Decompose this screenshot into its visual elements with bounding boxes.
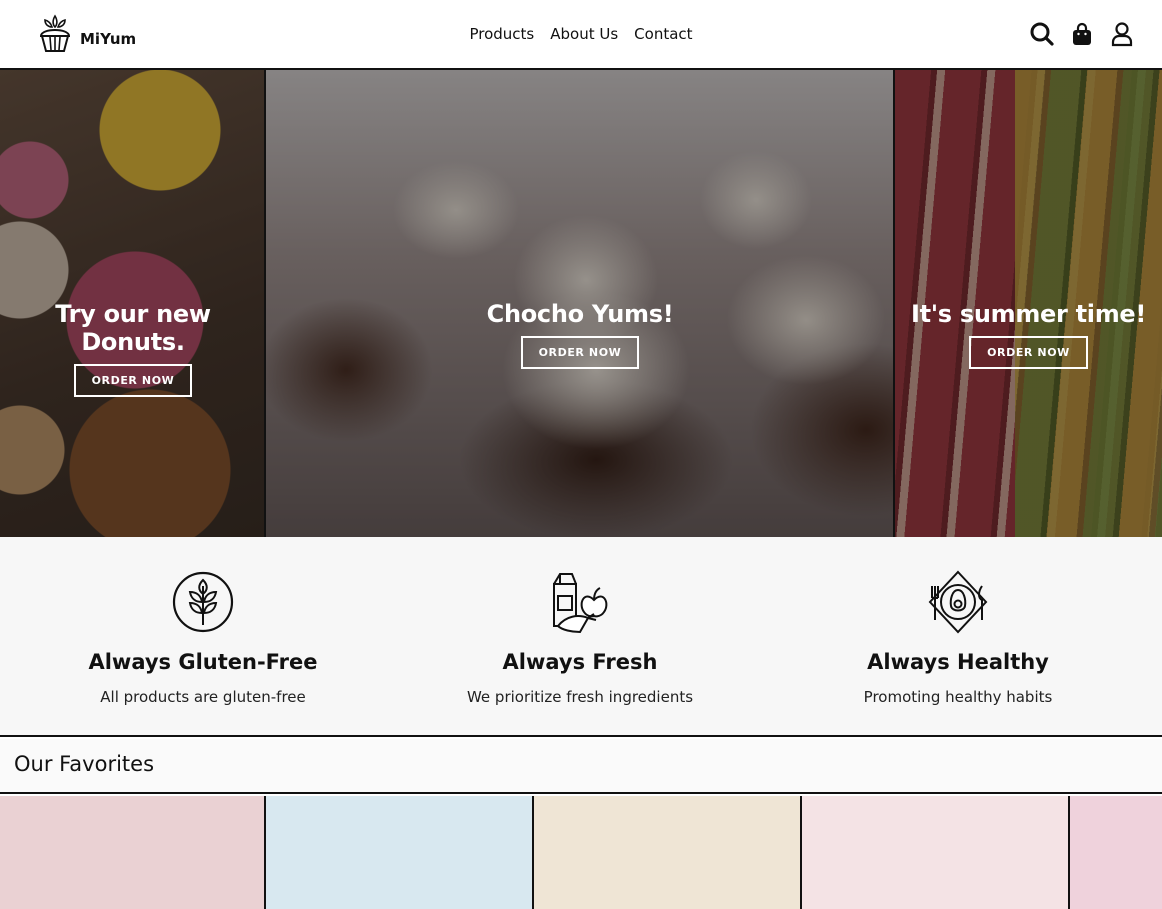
feature-text: Promoting healthy habits [863, 688, 1053, 706]
order-now-button-cupcakes[interactable]: ORDER NOW [520, 336, 640, 369]
hero-panel-cupcakes[interactable]: Chocho Yums! ORDER NOW [264, 70, 894, 537]
feature-gluten-free: Always Gluten-Free All products are glut… [13, 537, 393, 706]
nav-products[interactable]: Products [469, 25, 534, 43]
hero-panel-macarons[interactable]: It's summer time! ORDER NOW [893, 70, 1162, 537]
user-icon[interactable] [1110, 20, 1134, 48]
site-header: MiYum Products About Us Contact [0, 0, 1162, 70]
product-card[interactable] [1068, 796, 1162, 909]
feature-title: Always Healthy [867, 650, 1049, 674]
hero-title-donuts: Try our new Donuts. [55, 300, 211, 356]
order-now-button-macarons[interactable]: ORDER NOW [969, 336, 1088, 369]
feature-text: We prioritize fresh ingredients [466, 688, 694, 706]
product-card[interactable] [800, 796, 1070, 909]
healthy-plate-icon [928, 570, 988, 634]
leaf-icon [172, 571, 234, 633]
section-title: Our Favorites [14, 752, 155, 776]
nav-contact[interactable]: Contact [634, 25, 692, 43]
brand-name: MiYum [80, 30, 137, 48]
feature-title: Always Gluten-Free [88, 650, 318, 674]
fresh-produce-icon [553, 573, 608, 634]
header-actions [1030, 20, 1134, 48]
feature-text: All products are gluten-free [100, 688, 306, 706]
brand-logo[interactable]: MiYum [36, 12, 136, 54]
nav-about-us[interactable]: About Us [550, 25, 618, 43]
product-card[interactable] [264, 796, 534, 909]
feature-healthy: Always Healthy Promoting healthy habits [768, 537, 1148, 706]
shopping-bag-icon[interactable] [1070, 20, 1094, 48]
hero-carousel: Try our new Donuts. ORDER NOW Chocho Yum… [0, 70, 1162, 537]
favorites-cards [0, 796, 1162, 909]
order-now-button-donuts[interactable]: ORDER NOW [73, 364, 193, 397]
product-card[interactable] [532, 796, 802, 909]
favorites-header: Our Favorites [0, 739, 1162, 794]
cupcake-logo-icon [39, 14, 71, 52]
hero-panel-donuts[interactable]: Try our new Donuts. ORDER NOW [0, 70, 266, 537]
feature-title: Always Fresh [502, 650, 658, 674]
hero-title-cupcakes: Chocho Yums! [486, 300, 674, 328]
main-nav: Products About Us Contact [0, 0, 1162, 68]
features-section: Always Gluten-Free All products are glut… [0, 537, 1162, 737]
search-icon[interactable] [1030, 20, 1054, 48]
feature-fresh: Always Fresh We prioritize fresh ingredi… [390, 537, 770, 706]
hero-title-macarons: It's summer time! [910, 300, 1147, 328]
product-card[interactable] [0, 796, 266, 909]
